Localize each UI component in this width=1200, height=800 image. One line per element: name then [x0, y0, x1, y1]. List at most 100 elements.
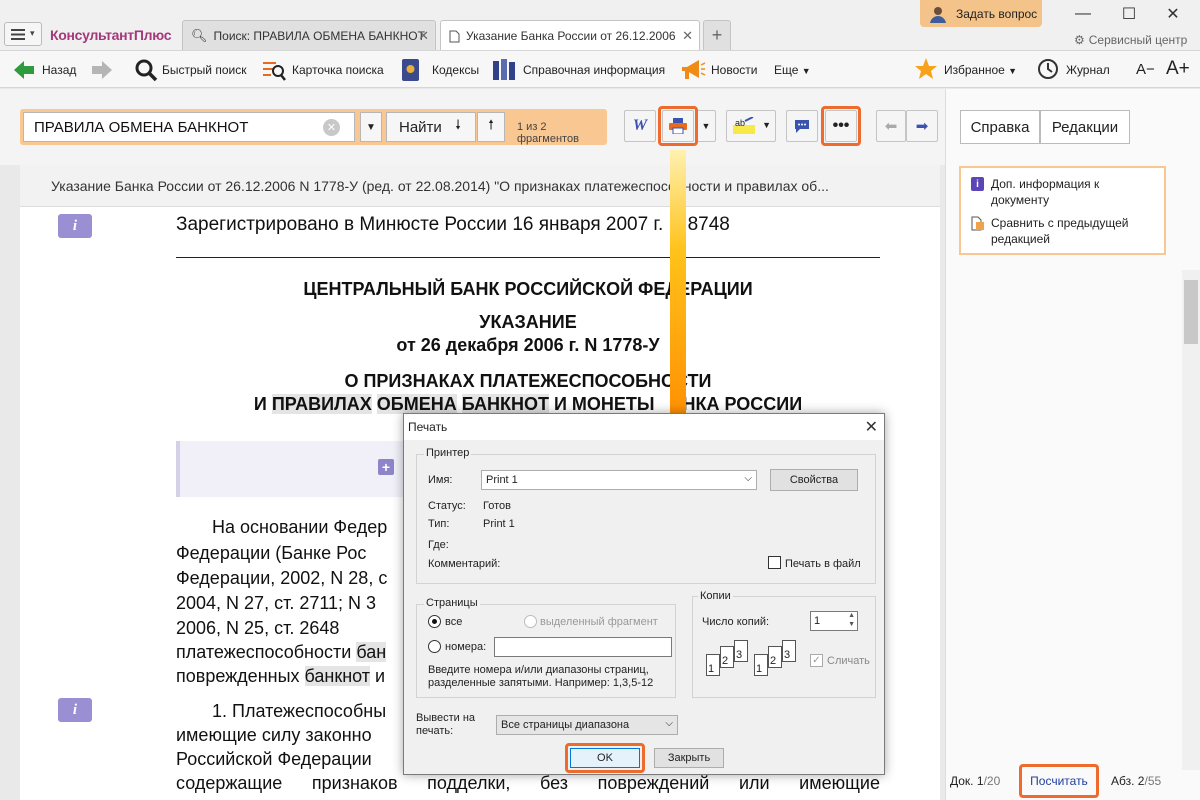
- close-icon[interactable]: ✕: [418, 28, 429, 44]
- page-numbers-label: номера:: [445, 641, 487, 653]
- next-document-button[interactable]: ➡: [906, 110, 938, 142]
- service-center-link[interactable]: ⚙ Сервисный центр: [1074, 33, 1187, 47]
- ask-question-button[interactable]: Задать вопрос: [920, 0, 1042, 27]
- printer-name-value: Print 1: [486, 474, 518, 486]
- maximize-icon: ☐: [1121, 6, 1137, 23]
- chevron-down-icon: ▼: [701, 121, 711, 131]
- tab-label: Поиск: ПРАВИЛА ОБМЕНА БАНКНОТ: [213, 28, 425, 43]
- print-to-file-checkbox[interactable]: [768, 556, 781, 569]
- properties-button[interactable]: Свойства: [770, 469, 858, 491]
- paragraph-line: 2004, N 27, ст. 2711; N 3: [176, 593, 377, 613]
- scrollbar-thumb[interactable]: [1184, 280, 1198, 344]
- paragraph-line: 2006, N 25, ст. 2648: [176, 618, 340, 638]
- paragraph-line: платежеспособности бан: [176, 642, 387, 663]
- page-numbers-radio[interactable]: [428, 640, 441, 653]
- info-marker-icon[interactable]: i: [58, 214, 92, 238]
- chevron-down-icon: ▼: [762, 120, 771, 130]
- prev-document-button[interactable]: ⬅: [876, 110, 906, 142]
- collate-checkbox[interactable]: ✓: [810, 654, 823, 667]
- expand-plus-icon[interactable]: +: [378, 459, 394, 475]
- print-options-dropdown[interactable]: ▼: [696, 110, 716, 142]
- minimize-button[interactable]: —: [1068, 4, 1098, 24]
- search-hit: банкнот: [304, 666, 371, 686]
- status-label: Статус:: [428, 500, 466, 512]
- paragraph-line: На основании Федер: [212, 517, 388, 537]
- all-pages-radio[interactable]: [428, 615, 441, 628]
- forward-arrow-icon[interactable]: [90, 59, 114, 81]
- news-button[interactable]: Новости: [711, 63, 757, 77]
- status-value: Готов: [483, 500, 511, 512]
- maximize-button[interactable]: ☐: [1114, 4, 1144, 24]
- close-icon[interactable]: ✕: [679, 28, 693, 44]
- printer-name-select[interactable]: Print 1 ⌵: [481, 470, 757, 490]
- font-decrease-button[interactable]: A−: [1136, 61, 1155, 78]
- search-hit: ПРАВИЛАХ: [271, 394, 372, 414]
- search-input[interactable]: [23, 112, 355, 142]
- arrow-left-icon: ⬅: [884, 118, 898, 135]
- back-button[interactable]: Назад: [42, 63, 76, 77]
- radio-dot: [432, 619, 437, 624]
- quick-search-button[interactable]: Быстрый поиск: [162, 63, 246, 77]
- plus-icon: +: [711, 25, 723, 45]
- main-menu-button[interactable]: ▾: [4, 22, 42, 46]
- where-label: Где:: [428, 539, 449, 551]
- close-icon[interactable]: ✕: [865, 417, 878, 437]
- selection-radio[interactable]: [524, 615, 537, 628]
- reference-info-button[interactable]: Справочная информация: [523, 63, 665, 77]
- doc-total: /20: [983, 774, 1001, 788]
- spinner-arrows-icon[interactable]: ▲ ▼: [848, 611, 855, 629]
- info-marker-icon[interactable]: i: [58, 698, 92, 722]
- highlight-marker-button[interactable]: ab ▼: [726, 110, 776, 142]
- print-dialog: Печать ✕ Принтер Имя: Print 1 ⌵ Свойства …: [403, 413, 885, 775]
- chevron-down-icon: ▼: [366, 121, 376, 133]
- window-close-button[interactable]: ✕: [1158, 4, 1188, 24]
- extra-info-link[interactable]: i Доп. информация к документу: [971, 176, 1157, 208]
- codes-button[interactable]: Кодексы: [432, 63, 479, 77]
- text-fragment: И: [253, 394, 272, 414]
- menu-icon: [11, 29, 25, 40]
- more-label: Еще: [774, 63, 799, 77]
- compare-edition-link[interactable]: Сравнить с предыдущей редакцией: [971, 215, 1157, 247]
- tab-document[interactable]: Указание Банка России от 26.12.2006 ✕: [440, 20, 700, 51]
- output-range-select[interactable]: Все страницы диапазона ⌵: [496, 715, 678, 735]
- clear-search-icon[interactable]: ✕: [323, 119, 340, 136]
- font-increase-button[interactable]: A+: [1166, 58, 1190, 80]
- tab-search[interactable]: 🔍︎ Поиск: ПРАВИЛА ОБМЕНА БАНКНОТ ✕: [182, 20, 436, 50]
- comment-button[interactable]: [786, 110, 818, 142]
- copy-sheet: 1: [706, 654, 720, 676]
- collapsed-note-block[interactable]: +: [176, 441, 406, 497]
- copies-count-spinner[interactable]: 1 ▲ ▼: [810, 611, 858, 631]
- close-button[interactable]: Закрыть: [654, 748, 724, 768]
- panel-scrollbar[interactable]: [1182, 270, 1200, 770]
- help-tab-button[interactable]: Справка: [960, 110, 1040, 144]
- journal-button[interactable]: Журнал: [1066, 63, 1110, 77]
- ask-question-label: Задать вопрос: [956, 6, 1038, 21]
- more-menu-button[interactable]: Еще ▼: [774, 63, 811, 77]
- page-numbers-input[interactable]: [494, 637, 672, 657]
- search-area: ✕ ▼ Найти 🠗 🠕 1 из 2 фрагментов: [20, 109, 607, 145]
- fragment-counter: 1 из 2 фрагментов: [517, 121, 579, 145]
- info-icon: i: [971, 177, 984, 191]
- export-word-button[interactable]: W: [624, 110, 656, 142]
- find-next-button[interactable]: 🠗: [440, 112, 476, 142]
- find-previous-button[interactable]: 🠕: [477, 112, 505, 142]
- all-pages-label: все: [445, 616, 463, 628]
- chevron-down-icon: ▼: [1008, 66, 1018, 76]
- new-tab-button[interactable]: +: [703, 20, 731, 50]
- copy-sheet: 2: [720, 646, 734, 668]
- search-history-dropdown[interactable]: ▼: [360, 112, 382, 142]
- pages-group-label: Страницы: [424, 597, 480, 609]
- marker-icon: ab: [733, 117, 755, 134]
- copy-sheet: 2: [768, 646, 782, 668]
- paragraph-line: Российской Федерации: [176, 749, 372, 769]
- abz-label: Абз.: [1111, 774, 1135, 788]
- search-icon: 🔍︎: [191, 27, 208, 43]
- document-search-row: ✕ ▼ Найти 🠗 🠕 1 из 2 фрагментов W ▼ ab ▼…: [0, 89, 945, 165]
- favorites-button[interactable]: Избранное ▼: [944, 63, 1017, 77]
- search-card-button[interactable]: Карточка поиска: [292, 63, 384, 77]
- service-icon: ⚙: [1074, 33, 1085, 47]
- doc-label: Док.: [950, 774, 974, 788]
- editions-tab-button[interactable]: Редакции: [1040, 110, 1130, 144]
- document-counter: Док. 1/20: [950, 774, 1000, 788]
- paragraph-line: Федерации (Банке Рос: [176, 543, 367, 563]
